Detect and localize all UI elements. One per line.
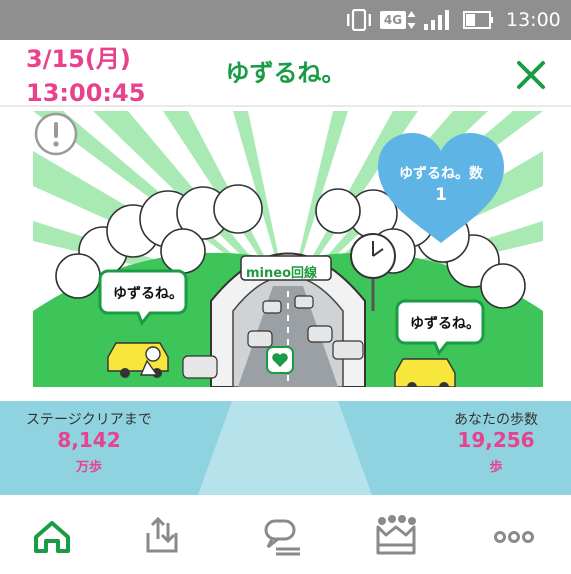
bottom-nav [0, 495, 571, 574]
app-header: 3/15(月) 13:00:45 ゆずるね。 [0, 40, 571, 107]
my-steps-label: あなたの歩数 [454, 412, 538, 428]
status-time: 13:00 [506, 9, 561, 31]
crown-icon[interactable] [374, 515, 418, 557]
yuzurune-counter: ゆずるね。数 1 [376, 131, 506, 246]
current-date: 3/15(月) [26, 45, 131, 73]
step-stats: ステージクリアまで 8,142 万歩 あなたの歩数 19,256 歩 [0, 401, 571, 495]
counter-label: ゆずるね。数 [399, 166, 483, 182]
stage-clear-label: ステージクリアまで [26, 412, 152, 428]
close-icon[interactable] [512, 56, 550, 94]
vibrate-icon [347, 9, 371, 31]
my-steps-value: 19,256 [457, 428, 535, 452]
status-bar: 4G 13:00 [0, 0, 571, 40]
network-type-label: 4G [380, 11, 406, 29]
stage-clear-value: 8,142 [57, 428, 121, 452]
more-icon[interactable] [492, 515, 536, 557]
signal-icon [424, 10, 449, 30]
brand-sign: mineo回線 [246, 266, 318, 281]
upload-icon[interactable] [140, 515, 184, 557]
current-time: 13:00:45 [26, 79, 146, 107]
home-icon[interactable] [30, 515, 74, 557]
battery-icon [463, 11, 493, 29]
my-steps-unit: 歩 [489, 460, 503, 475]
speech-bubble-right: ゆずるね。 [410, 316, 480, 332]
stage-clear-unit: 万歩 [75, 460, 102, 475]
alert-icon[interactable] [33, 111, 79, 157]
chat-icon[interactable] [260, 515, 304, 557]
counter-value: 1 [435, 185, 447, 205]
speech-bubble-left: ゆずるね。 [113, 286, 183, 302]
network-4g-icon: 4G [380, 9, 416, 31]
illustration-scene: mineo回線 ゆずるね。 ゆずるね。 ゆずるね。数 1 [33, 111, 543, 387]
